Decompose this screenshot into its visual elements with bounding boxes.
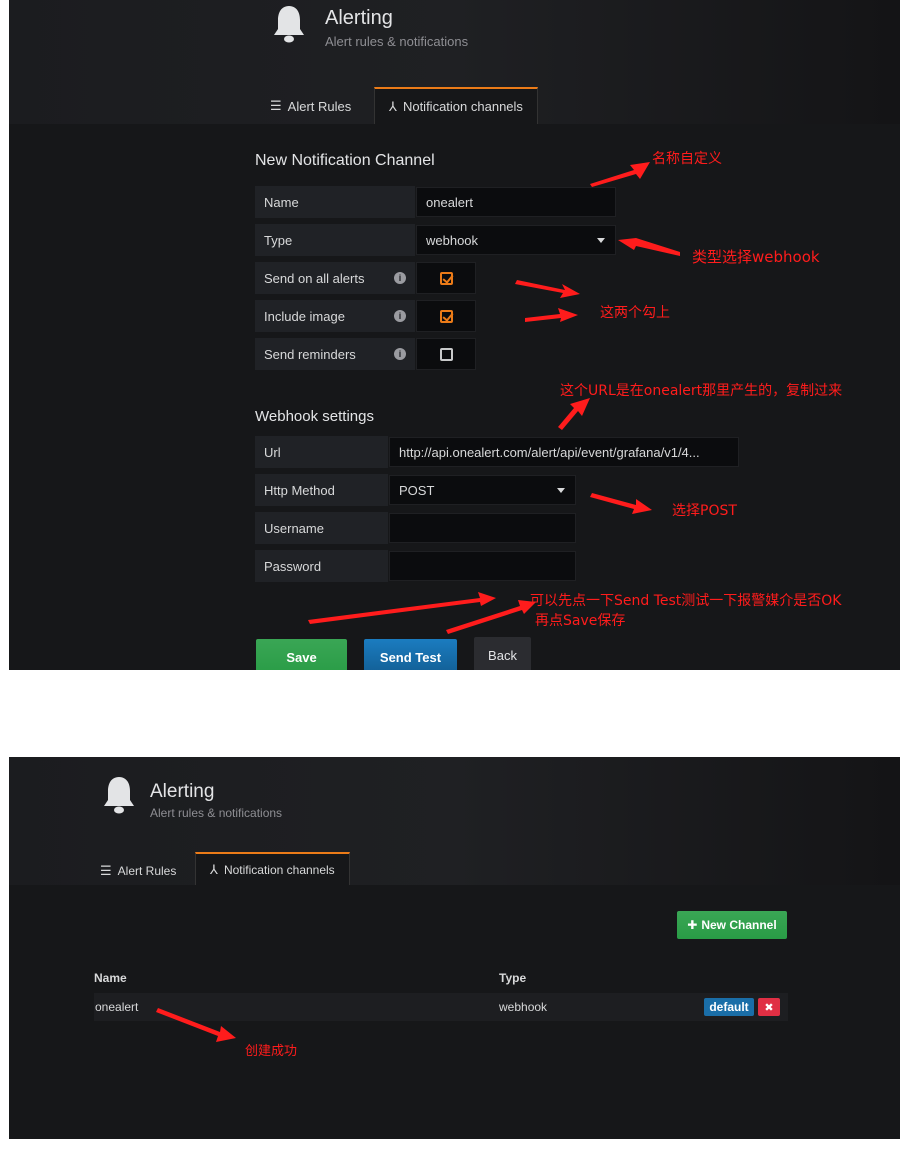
send-all-label: Send on all alerts i <box>255 262 415 294</box>
send-reminders-label-text: Send reminders <box>264 346 356 362</box>
column-header-type: Type <box>499 971 527 985</box>
include-image-checkbox[interactable] <box>439 309 453 323</box>
tab-label: Alert Rules <box>117 864 177 878</box>
type-select-value: webhook <box>426 232 479 248</box>
username-label: Username <box>255 512 388 544</box>
page-title: Alerting <box>150 781 215 802</box>
close-icon: ✖ <box>764 1001 774 1014</box>
send-test-button[interactable]: Send Test <box>364 639 457 670</box>
annotation-created: 创建成功 <box>245 1044 298 1059</box>
password-label: Password <box>255 550 388 582</box>
page-header: Alerting Alert rules & notifications ☰ A… <box>9 757 900 885</box>
channel-name[interactable]: onealert <box>95 1000 138 1014</box>
tab-alert-rules[interactable]: ☰ Alert Rules <box>256 88 365 124</box>
bell-icon <box>104 777 134 814</box>
annotation-checks: 这两个勾上 <box>600 305 670 321</box>
channel-type: webhook <box>499 1000 548 1014</box>
page-title: Alerting <box>325 7 393 29</box>
info-icon[interactable]: i <box>394 272 406 284</box>
send-reminders-label: Send reminders i <box>255 338 415 370</box>
annotation-url: 这个URL是在onealert那里产生的，复制过来 <box>560 383 843 399</box>
form-title: New Notification Channel <box>255 152 435 169</box>
page-subtitle: Alert rules & notifications <box>325 34 469 49</box>
new-channel-label: New Channel <box>701 918 777 932</box>
list-icon: ☰ <box>270 98 282 113</box>
webhook-settings-title: Webhook settings <box>255 408 374 425</box>
annotation-name: 名称自定义 <box>652 151 722 167</box>
name-label: Name <box>255 186 415 218</box>
send-all-checkbox[interactable] <box>439 271 453 285</box>
page-header: Alerting Alert rules & notifications ☰ A… <box>9 0 900 124</box>
back-button[interactable]: Back <box>474 637 531 670</box>
send-all-checkbox-cell[interactable] <box>416 262 476 294</box>
url-input[interactable]: http://api.onealert.com/alert/api/event/… <box>389 437 739 467</box>
bell-icon <box>274 6 304 43</box>
annotation-test-line2: 再点Save保存 <box>535 613 626 629</box>
column-header-name: Name <box>94 971 127 985</box>
tab-alert-rules[interactable]: ☰ Alert Rules <box>86 853 190 889</box>
http-method-value: POST <box>399 482 435 498</box>
include-image-label: Include image i <box>255 300 415 332</box>
include-image-label-text: Include image <box>264 308 345 324</box>
url-label: Url <box>255 436 388 468</box>
share-icon: ⅄ <box>389 98 397 114</box>
table-row[interactable]: onealert webhook default ✖ <box>94 993 788 1021</box>
share-icon: ⅄ <box>210 861 218 877</box>
http-method-label: Http Method <box>255 474 388 506</box>
info-icon[interactable]: i <box>394 348 406 360</box>
list-icon: ☰ <box>100 863 112 878</box>
new-channel-button[interactable]: ✚ New Channel <box>677 911 787 939</box>
tab-notification-channels[interactable]: ⅄ Notification channels <box>195 852 350 885</box>
tab-label: Notification channels <box>402 99 523 114</box>
annotation-method: 选择POST <box>672 503 737 519</box>
name-input[interactable]: onealert <box>416 187 616 217</box>
include-image-checkbox-cell[interactable] <box>416 300 476 332</box>
send-all-label-text: Send on all alerts <box>264 270 365 286</box>
send-reminders-checkbox-cell[interactable] <box>416 338 476 370</box>
default-badge: default <box>704 998 754 1016</box>
type-label: Type <box>255 224 415 256</box>
annotation-type: 类型选择webhook <box>692 248 820 266</box>
username-input[interactable] <box>389 513 576 543</box>
info-icon[interactable]: i <box>394 310 406 322</box>
annotation-test-line1: 可以先点一下Send Test测试一下报警媒介是否OK <box>530 593 842 609</box>
http-method-select[interactable]: POST <box>389 475 576 505</box>
password-input[interactable] <box>389 551 576 581</box>
tab-notification-channels[interactable]: ⅄ Notification channels <box>374 87 538 124</box>
tab-label: Notification channels <box>223 862 335 877</box>
save-button[interactable]: Save <box>256 639 347 670</box>
plus-icon: ✚ <box>687 918 698 932</box>
new-channel-screenshot: Alerting Alert rules & notifications ☰ A… <box>9 0 900 670</box>
send-reminders-checkbox[interactable] <box>439 347 453 361</box>
delete-button[interactable]: ✖ <box>758 998 780 1016</box>
page-subtitle: Alert rules & notifications <box>150 806 283 820</box>
channel-list-screenshot: Alerting Alert rules & notifications ☰ A… <box>9 757 900 1139</box>
chevron-down-icon <box>597 238 605 243</box>
type-select[interactable]: webhook <box>416 225 616 255</box>
chevron-down-icon <box>557 488 565 493</box>
tab-label: Alert Rules <box>287 98 352 114</box>
